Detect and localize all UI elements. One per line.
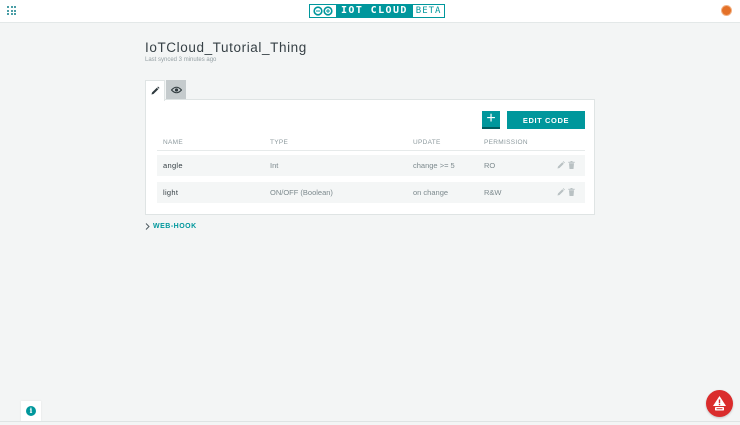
edit-pencil-icon[interactable] (557, 188, 565, 196)
column-header-type: TYPE (270, 139, 289, 146)
tab-edit[interactable] (145, 80, 165, 101)
chevron-right-icon (145, 223, 150, 230)
bottom-divider (0, 421, 740, 422)
bug-report-button[interactable] (706, 390, 733, 417)
info-button[interactable]: i (21, 401, 41, 421)
info-icon: i (26, 406, 36, 416)
page-title: IoTCloud_Tutorial_Thing (145, 40, 307, 55)
table-row: light ON/OFF (Boolean) on change R&W (157, 182, 585, 203)
apps-grid-icon[interactable] (7, 6, 16, 15)
property-update: change >= 5 (413, 161, 455, 170)
property-permission: RO (484, 161, 496, 170)
arduino-infinity-icon (309, 4, 337, 18)
column-header-name: NAME (163, 139, 183, 146)
edit-pencil-icon[interactable] (557, 161, 565, 169)
column-header-permission: PERMISSION (484, 139, 528, 146)
property-type: Int (270, 161, 279, 170)
property-permission: R&W (484, 188, 502, 197)
pencil-icon (151, 86, 160, 95)
webhook-label: WEB-HOOK (153, 223, 197, 230)
iot-cloud-logo[interactable]: IOT CLOUD BETA (309, 4, 446, 18)
property-name: light (163, 188, 179, 197)
properties-card: + EDIT CODE NAME TYPE UPDATE PERMISSION … (145, 99, 595, 215)
add-property-button[interactable]: + (482, 111, 500, 129)
tab-view[interactable] (166, 80, 186, 100)
edit-code-button[interactable]: EDIT CODE (507, 111, 585, 129)
property-name: angle (163, 161, 183, 170)
warning-bug-icon (713, 396, 726, 411)
table-header: NAME TYPE UPDATE PERMISSION (157, 136, 585, 151)
table-row: angle Int change >= 5 RO (157, 155, 585, 176)
eye-icon (170, 86, 182, 94)
logo-title: IOT CLOUD (337, 4, 412, 18)
delete-trash-icon[interactable] (568, 161, 575, 169)
top-bar: IOT CLOUD BETA (0, 0, 740, 23)
property-update: on change (413, 188, 449, 197)
last-synced-text: Last synced 3 minutes ago (145, 57, 217, 63)
delete-trash-icon[interactable] (568, 188, 575, 196)
property-type: ON/OFF (Boolean) (270, 188, 333, 197)
column-header-update: UPDATE (413, 139, 441, 146)
webhook-toggle[interactable]: WEB-HOOK (145, 223, 197, 230)
beta-badge: BETA (411, 4, 446, 18)
user-avatar[interactable] (721, 5, 732, 16)
